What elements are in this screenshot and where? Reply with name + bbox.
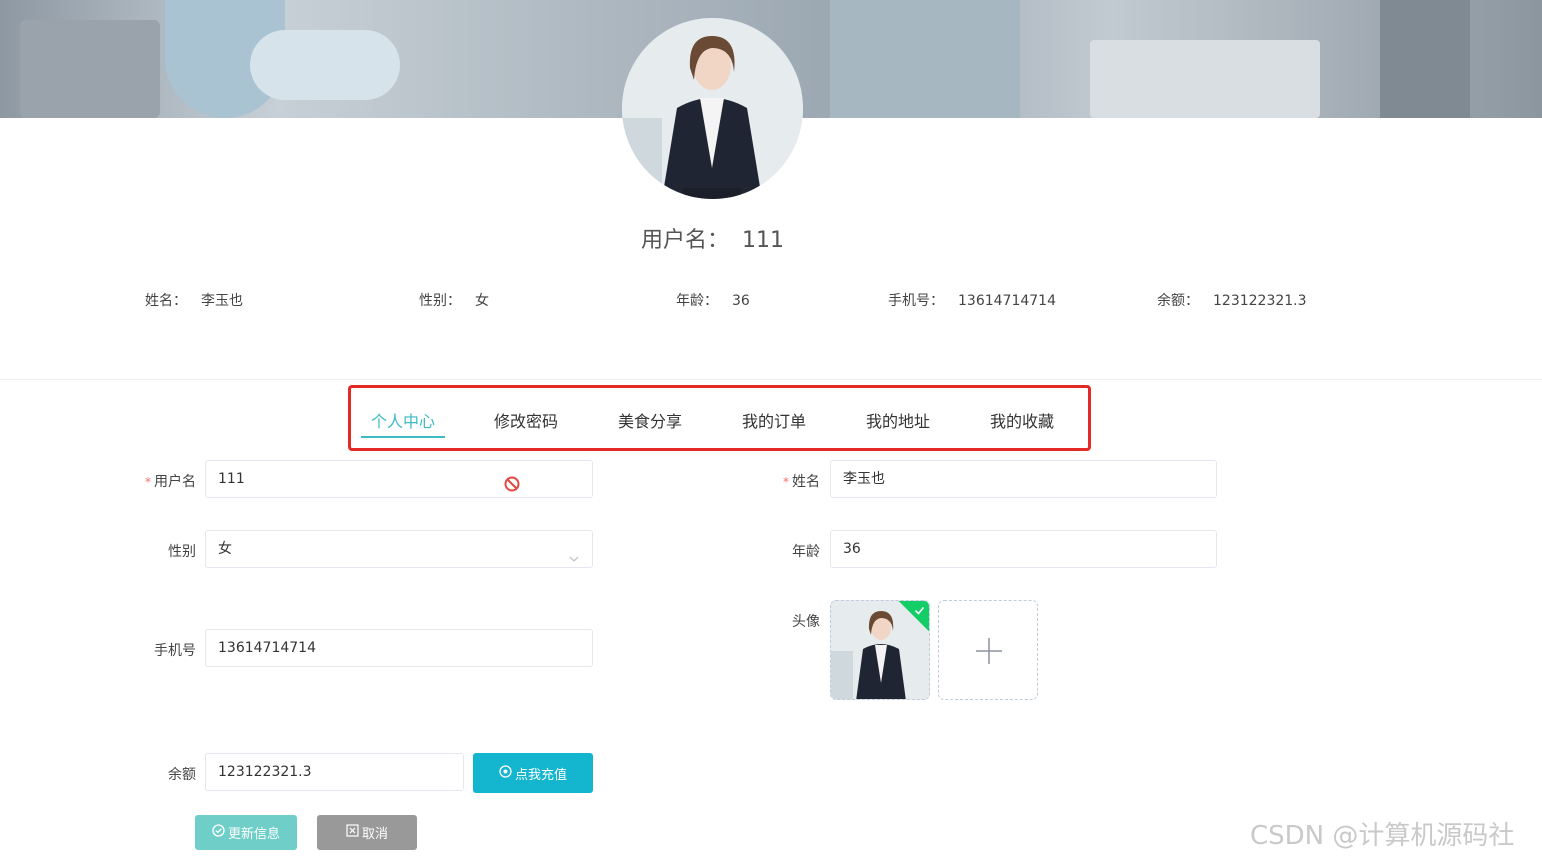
name-field-label-text: 姓名 bbox=[792, 474, 820, 490]
tabs-highlight-box bbox=[348, 385, 1091, 451]
info-phone-label: 手机号： bbox=[888, 293, 944, 309]
gender-select[interactable]: 女 bbox=[205, 530, 593, 568]
tab-personal-center[interactable]: 个人中心 bbox=[371, 408, 435, 432]
section-divider bbox=[0, 379, 1542, 380]
recharge-button-label: 点我充值 bbox=[514, 767, 567, 783]
cancel-button-label: 取消 bbox=[361, 827, 388, 842]
info-balance-label: 余额： bbox=[1157, 293, 1199, 309]
balance-input-value: 123122321.3 bbox=[218, 764, 312, 780]
username-input-value: 111 bbox=[218, 471, 245, 487]
username-value: 111 bbox=[742, 228, 784, 253]
gender-field-label: 性别 bbox=[168, 544, 196, 560]
required-mark: * bbox=[145, 475, 151, 489]
plus-icon bbox=[976, 638, 1002, 664]
age-input[interactable]: 36 bbox=[830, 530, 1217, 568]
name-input-value: 李玉也 bbox=[843, 471, 885, 487]
update-info-button-label: 更新信息 bbox=[227, 827, 280, 842]
tab-food-share[interactable]: 美食分享 bbox=[618, 408, 682, 432]
update-info-button[interactable]: 更新信息 bbox=[195, 815, 297, 850]
required-mark: * bbox=[783, 475, 789, 489]
info-age-value: 36 bbox=[732, 293, 750, 309]
avatar-field-label: 头像 bbox=[792, 614, 820, 630]
info-name-label: 姓名： bbox=[145, 293, 187, 309]
tab-my-favorites[interactable]: 我的收藏 bbox=[990, 408, 1054, 432]
avatar-upload-button[interactable] bbox=[938, 600, 1038, 700]
recharge-button[interactable]: 点我充值 bbox=[473, 753, 593, 793]
info-gender: 性别： 女 bbox=[419, 290, 489, 310]
username-field-label: * 用户名 bbox=[140, 471, 196, 491]
tab-my-orders[interactable]: 我的订单 bbox=[742, 408, 806, 432]
gender-select-value: 女 bbox=[218, 541, 232, 557]
username-field-label-text: 用户名 bbox=[154, 474, 196, 490]
info-phone-value: 13614714714 bbox=[958, 293, 1056, 309]
chevron-down-icon bbox=[568, 543, 580, 579]
tab-change-password[interactable]: 修改密码 bbox=[494, 408, 558, 432]
info-name: 姓名： 李玉也 bbox=[145, 290, 243, 310]
tab-my-address[interactable]: 我的地址 bbox=[866, 408, 930, 432]
person-photo-icon bbox=[622, 18, 803, 199]
tab-active-underline bbox=[361, 436, 445, 438]
balance-input[interactable]: 123122321.3 bbox=[205, 753, 464, 791]
name-field-label: * 姓名 bbox=[770, 471, 820, 491]
phone-input[interactable]: 13614714714 bbox=[205, 629, 593, 667]
info-age: 年龄： 36 bbox=[676, 290, 750, 310]
info-gender-label: 性别： bbox=[419, 293, 461, 309]
profile-avatar bbox=[622, 18, 803, 199]
watermark-text: CSDN @计算机源码社 bbox=[1250, 821, 1515, 851]
info-balance-value: 123122321.3 bbox=[1213, 293, 1307, 309]
age-input-value: 36 bbox=[843, 541, 861, 557]
info-balance: 余额： 123122321.3 bbox=[1157, 290, 1307, 310]
name-input[interactable]: 李玉也 bbox=[830, 460, 1217, 498]
info-age-label: 年龄： bbox=[676, 293, 718, 309]
cancel-button[interactable]: 取消 bbox=[317, 815, 417, 850]
avatar-upload-thumbnail[interactable] bbox=[830, 600, 930, 700]
check-icon bbox=[914, 607, 925, 615]
username-input[interactable]: 111 bbox=[205, 460, 593, 498]
phone-field-label: 手机号 bbox=[154, 643, 196, 659]
info-name-value: 李玉也 bbox=[201, 293, 243, 309]
username-label: 用户名： bbox=[640, 228, 729, 253]
balance-field-label: 余额 bbox=[168, 767, 196, 783]
check-circle-icon bbox=[212, 824, 225, 841]
coin-icon bbox=[499, 764, 512, 782]
age-field-label: 年龄 bbox=[792, 544, 820, 560]
info-phone: 手机号： 13614714714 bbox=[888, 290, 1056, 310]
info-gender-value: 女 bbox=[475, 293, 489, 309]
disabled-icon bbox=[504, 470, 520, 506]
close-square-icon bbox=[346, 824, 359, 841]
phone-input-value: 13614714714 bbox=[218, 640, 316, 656]
username-display: 用户名： 111 bbox=[0, 222, 1425, 254]
